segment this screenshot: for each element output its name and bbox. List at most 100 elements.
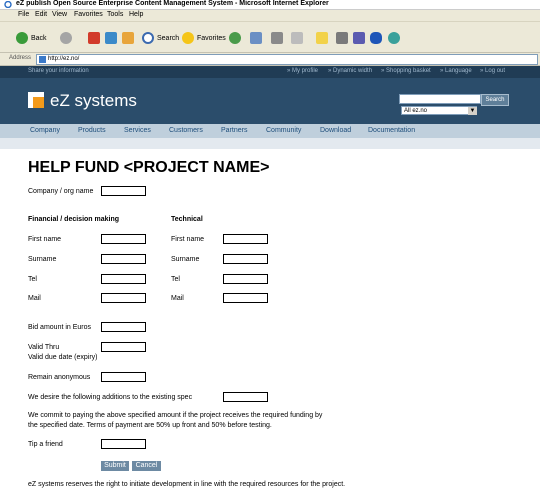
valid-thru-input[interactable]: [101, 342, 146, 352]
nav-customers[interactable]: Customers: [169, 127, 203, 134]
site-top-strip: Share your information » My profile » Dy…: [0, 66, 540, 78]
nav-products[interactable]: Products: [78, 127, 106, 134]
stop-button[interactable]: [88, 31, 103, 45]
footer-note: eZ systems reserves the right to initiat…: [28, 481, 346, 488]
refresh-button[interactable]: [105, 31, 120, 45]
stop-icon: [88, 32, 100, 44]
valid-thru-label: Valid Thru: [28, 344, 60, 351]
site-search-input[interactable]: [399, 94, 481, 104]
commit-text-line2: the specified date. Terms of payment are…: [28, 422, 272, 429]
discuss-icon: [336, 32, 348, 44]
link-shopping-basket[interactable]: » Shopping basket: [381, 68, 431, 74]
favorites-label: Favorites: [197, 34, 226, 42]
share-info-text: Share your information: [28, 68, 89, 74]
link-dynamic-width[interactable]: » Dynamic width: [328, 68, 372, 74]
menu-edit[interactable]: Edit: [35, 11, 47, 18]
nav-partners[interactable]: Partners: [221, 127, 247, 134]
forward-button[interactable]: [60, 31, 75, 45]
additions-input[interactable]: [223, 392, 268, 402]
nav-community[interactable]: Community: [266, 127, 301, 134]
logo-text[interactable]: eZ systems: [50, 91, 137, 111]
fin-surname-label: Surname: [28, 256, 57, 263]
address-url: http://ez.no/: [48, 56, 80, 62]
fin-surname-input[interactable]: [101, 254, 146, 264]
fin-mail-input[interactable]: [101, 293, 146, 303]
history-button[interactable]: [229, 31, 244, 45]
menu-tools[interactable]: Tools: [107, 11, 123, 18]
tip-friend-label: Tip a friend: [28, 441, 63, 448]
bid-amount-label: Bid amount in Euros: [28, 324, 92, 331]
refresh-icon: [105, 32, 117, 44]
tech-surname-input[interactable]: [223, 254, 268, 264]
link-my-profile[interactable]: » My profile: [287, 68, 318, 74]
remain-anonymous-label: Remain anonymous: [28, 374, 91, 381]
tech-tel-input[interactable]: [223, 274, 268, 284]
search-label: Search: [157, 34, 180, 42]
title-bar: eZ publish Open Source Enterprise Conten…: [0, 0, 540, 10]
fin-tel-input[interactable]: [101, 274, 146, 284]
main-nav: Company Products Services Customers Part…: [0, 124, 540, 138]
chevron-down-icon[interactable]: ▼: [468, 107, 477, 115]
address-label: Address: [9, 55, 32, 61]
financial-heading: Financial / decision making: [28, 216, 120, 223]
window-title: eZ publish Open Source Enterprise Conten…: [16, 0, 329, 7]
messenger-button[interactable]: [388, 31, 403, 45]
sub-nav-strip: [0, 138, 540, 149]
favorites-button[interactable]: Favorites: [182, 31, 226, 45]
ie-icon: [4, 1, 12, 8]
folder-icon: [316, 32, 328, 44]
tech-first-name-input[interactable]: [223, 234, 268, 244]
fin-first-name-input[interactable]: [101, 234, 146, 244]
history-icon: [229, 32, 241, 44]
menu-file[interactable]: File: [18, 11, 29, 18]
additions-label: We desire the following additions to the…: [28, 394, 193, 401]
bluetooth-button[interactable]: [370, 31, 385, 45]
nav-company[interactable]: Company: [30, 127, 60, 134]
remain-anonymous-input[interactable]: [101, 372, 146, 382]
ez-logo-icon[interactable]: [28, 92, 44, 108]
submit-button[interactable]: Submit: [101, 461, 129, 471]
technical-heading: Technical: [171, 216, 203, 223]
address-input[interactable]: http://ez.no/: [36, 54, 538, 65]
nav-documentation[interactable]: Documentation: [368, 127, 415, 134]
search-button[interactable]: Search: [142, 31, 179, 45]
home-button[interactable]: [122, 31, 137, 45]
tech-tel-label: Tel: [171, 276, 180, 283]
company-input[interactable]: [101, 186, 146, 196]
print-button[interactable]: [271, 31, 286, 45]
discuss-button[interactable]: [336, 31, 351, 45]
menu-help[interactable]: Help: [129, 11, 143, 18]
site-search-button[interactable]: Search: [481, 94, 509, 106]
tip-friend-input[interactable]: [101, 439, 146, 449]
tech-surname-label: Surname: [171, 256, 200, 263]
back-arrow-icon: [16, 32, 28, 44]
page-title: HELP FUND <PROJECT NAME>: [28, 159, 270, 176]
fin-first-name-label: First name: [28, 236, 62, 243]
page-icon: [39, 56, 46, 63]
star-icon: [182, 32, 194, 44]
address-bar: Address http://ez.no/: [0, 53, 540, 66]
link-log-out[interactable]: » Log out: [480, 68, 505, 74]
back-label: Back: [31, 34, 47, 42]
bid-amount-input[interactable]: [101, 322, 146, 332]
valid-due-label: Valid due date (expiry): [28, 354, 98, 361]
edit-button[interactable]: [291, 31, 306, 45]
print-icon: [271, 32, 283, 44]
tech-mail-input[interactable]: [223, 293, 268, 303]
bluetooth-icon: [370, 32, 382, 44]
nav-services[interactable]: Services: [124, 127, 151, 134]
nav-download[interactable]: Download: [320, 127, 351, 134]
link-language[interactable]: » Language: [440, 68, 472, 74]
research-button[interactable]: [353, 31, 368, 45]
menu-bar: File Edit View Favorites Tools Help: [0, 10, 540, 22]
back-button[interactable]: Back: [16, 31, 47, 45]
messenger-icon: [388, 32, 400, 44]
menu-view[interactable]: View: [52, 11, 67, 18]
search-scope-select[interactable]: All ez.no: [401, 106, 477, 115]
research-icon: [353, 32, 365, 44]
menu-favorites[interactable]: Favorites: [74, 11, 103, 18]
cancel-button[interactable]: Cancel: [132, 461, 161, 471]
mail-icon: [250, 32, 262, 44]
mail-button[interactable]: [250, 31, 265, 45]
folder-button[interactable]: [316, 31, 331, 45]
